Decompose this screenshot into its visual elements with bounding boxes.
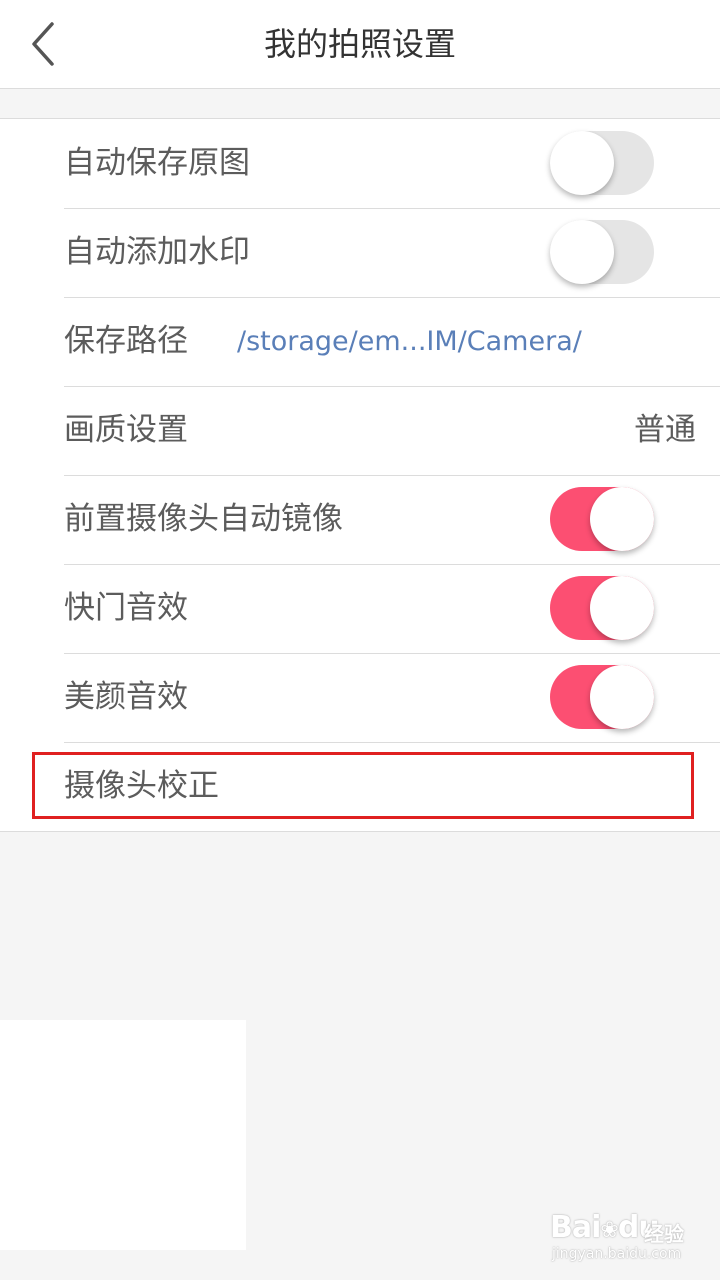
baidu-jingyan-watermark: Bai❀du 经验 jingyan.baidu.com xyxy=(550,1196,710,1268)
blank-panel xyxy=(0,1020,246,1250)
setting-auto-watermark: 自动添加水印 xyxy=(64,208,720,298)
toggle-knob xyxy=(550,131,614,195)
setting-label: 快门音效 xyxy=(64,590,188,626)
watermark-sub: 经验 xyxy=(644,1222,684,1246)
setting-quality[interactable]: 画质设置 普通 xyxy=(64,386,720,476)
setting-beauty-sound: 美颜音效 xyxy=(64,653,720,743)
setting-shutter-sound: 快门音效 xyxy=(64,564,720,654)
setting-front-camera-mirror: 前置摄像头自动镜像 xyxy=(64,475,720,565)
setting-save-path[interactable]: 保存路径 /storage/em...IM/Camera/ xyxy=(64,297,720,387)
setting-label: 画质设置 xyxy=(64,412,188,448)
setting-auto-save-original: 自动保存原图 xyxy=(64,119,720,209)
watermark-url: jingyan.baidu.com xyxy=(552,1246,682,1262)
baidu-paw-icon: ❀ xyxy=(600,1218,618,1243)
setting-camera-calibration[interactable]: 摄像头校正 xyxy=(64,742,720,831)
front-camera-mirror-toggle[interactable] xyxy=(550,487,654,551)
toggle-knob xyxy=(590,487,654,551)
auto-watermark-toggle[interactable] xyxy=(550,220,654,284)
toggle-knob xyxy=(590,665,654,729)
top-bar: 我的拍照设置 xyxy=(0,0,720,89)
beauty-sound-toggle[interactable] xyxy=(550,665,654,729)
setting-label: 美颜音效 xyxy=(64,679,188,715)
setting-label: 自动添加水印 xyxy=(64,234,250,270)
toggle-knob xyxy=(590,576,654,640)
setting-label: 摄像头校正 xyxy=(64,768,219,804)
watermark-brand: Bai❀du xyxy=(550,1210,660,1245)
save-path-value[interactable]: /storage/em...IM/Camera/ xyxy=(237,297,582,386)
page-title: 我的拍照设置 xyxy=(263,25,456,63)
setting-label: 保存路径 xyxy=(64,323,188,359)
settings-list: 自动保存原图 自动添加水印 保存路径 /storage/em...IM/Came… xyxy=(0,118,720,832)
shutter-sound-toggle[interactable] xyxy=(550,576,654,640)
toggle-knob xyxy=(550,220,614,284)
setting-label: 前置摄像头自动镜像 xyxy=(64,501,343,537)
setting-label: 自动保存原图 xyxy=(64,145,250,181)
quality-value: 普通 xyxy=(634,412,696,448)
auto-save-original-toggle[interactable] xyxy=(550,131,654,195)
